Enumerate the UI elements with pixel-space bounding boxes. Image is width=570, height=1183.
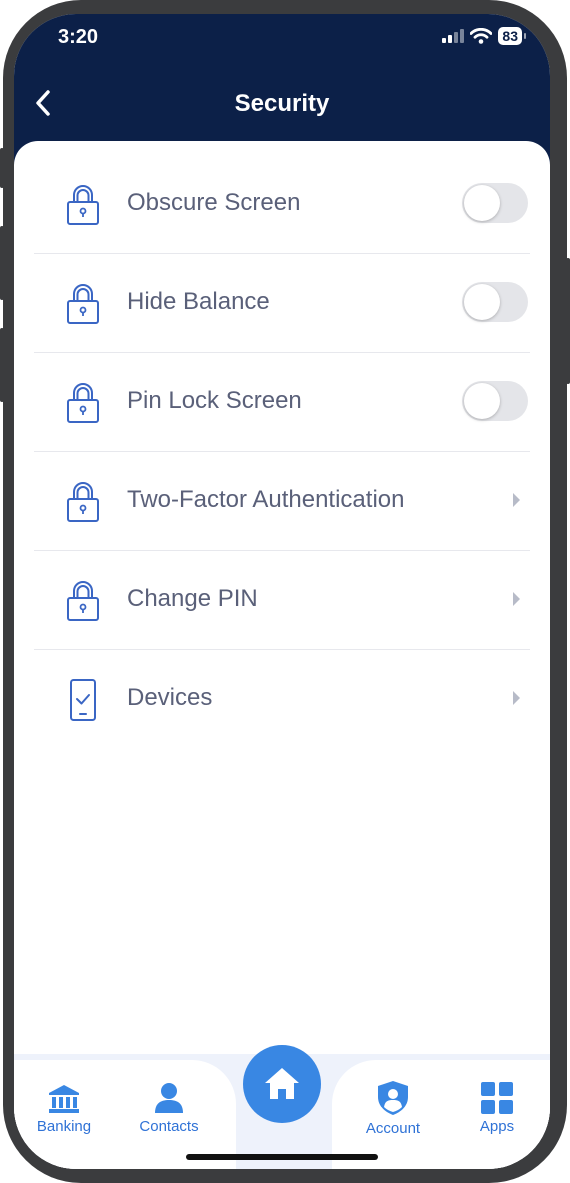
setting-label: Hide Balance [127, 288, 270, 315]
setting-row-devices[interactable]: Devices [34, 650, 530, 749]
setting-label: Obscure Screen [127, 189, 301, 216]
home-indicator[interactable] [186, 1154, 378, 1160]
tab-apps[interactable]: Apps [447, 1082, 547, 1135]
grid-icon [481, 1082, 513, 1114]
mute-switch [0, 148, 4, 188]
toggle-knob [464, 185, 500, 221]
setting-row-obscure-screen[interactable]: Obscure Screen [34, 155, 530, 254]
battery-icon [524, 33, 526, 39]
tab-label: Banking [36, 1118, 92, 1135]
phone-frame: 3:20 83 Security Obscure Screen Hide Bal… [0, 0, 570, 1183]
signal-icon [442, 29, 465, 43]
setting-row-two-factor-authentication[interactable]: Two-Factor Authentication [34, 452, 530, 551]
hide-balance-toggle[interactable] [462, 282, 528, 322]
pin-lock-screen-toggle[interactable] [462, 381, 528, 421]
bank-icon [49, 1085, 79, 1113]
tab-contacts[interactable]: Contacts [119, 1082, 219, 1135]
volume-down-button [0, 328, 4, 402]
lock-icon [67, 284, 99, 324]
toggle-knob [464, 383, 500, 419]
lock-icon [67, 581, 99, 621]
setting-row-change-pin[interactable]: Change PIN [34, 551, 530, 650]
person-icon [155, 1083, 183, 1113]
setting-row-pin-lock-screen[interactable]: Pin Lock Screen [34, 353, 530, 452]
setting-label: Two-Factor Authentication [127, 486, 405, 513]
page-title: Security [234, 90, 330, 117]
volume-up-button [0, 226, 4, 300]
chevron-right-icon [513, 493, 520, 507]
screen: 3:20 83 Security Obscure Screen Hide Bal… [14, 14, 550, 1169]
chevron-right-icon [513, 691, 520, 705]
home-icon [265, 1068, 299, 1099]
setting-label: Pin Lock Screen [127, 387, 302, 414]
power-button [566, 258, 570, 384]
lock-icon [67, 185, 99, 225]
setting-label: Devices [127, 684, 213, 711]
tab-account[interactable]: Account [343, 1080, 443, 1137]
phone-icon [70, 679, 96, 721]
wifi-icon [470, 28, 493, 44]
tab-label: Apps [479, 1118, 515, 1135]
tab-label: Contacts [139, 1118, 199, 1135]
tab-home[interactable] [243, 1045, 321, 1123]
setting-row-hide-balance[interactable]: Hide Balance [34, 254, 530, 353]
lock-icon [67, 482, 99, 522]
settings-card: Obscure Screen Hide Balance Pin Lock Scr… [14, 141, 550, 1169]
status-time: 3:20 [58, 26, 99, 48]
chevron-right-icon [513, 592, 520, 606]
tab-label: Account [365, 1120, 421, 1137]
shield-user-icon [378, 1081, 408, 1115]
battery-level: 83 [498, 27, 522, 45]
lock-icon [67, 383, 99, 423]
toggle-knob [464, 284, 500, 320]
tab-banking[interactable]: Banking [14, 1084, 114, 1135]
obscure-screen-toggle[interactable] [462, 183, 528, 223]
setting-label: Change PIN [127, 585, 258, 612]
status-icons: 83 [442, 27, 526, 45]
